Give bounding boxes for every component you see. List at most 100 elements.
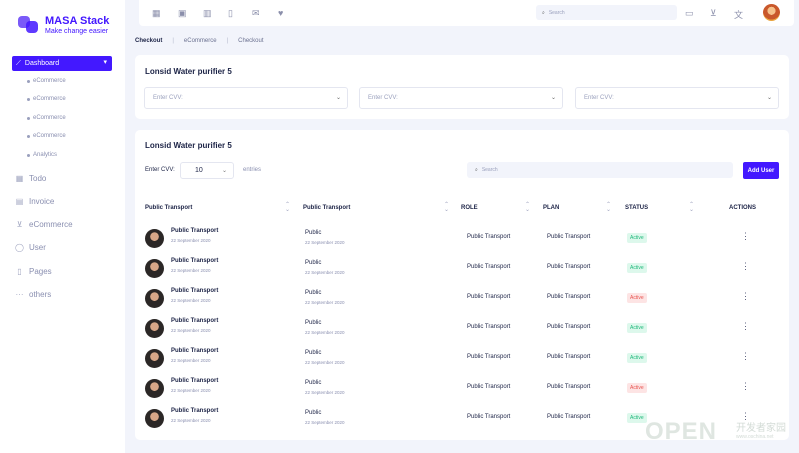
user-name[interactable]: Public Transport xyxy=(171,288,218,294)
brand-logo[interactable]: MASA Stack Make change easier xyxy=(18,16,109,36)
table-row[interactable]: Public Transport 22 September 2020 Public 2… xyxy=(135,318,789,348)
clipboard-icon[interactable]: ▯ xyxy=(228,8,233,19)
user-name[interactable]: Public Transport xyxy=(171,408,218,414)
select-placeholder: Enter CVV: xyxy=(584,95,614,101)
sidebar-subitem-ecommerce[interactable]: eCommerce xyxy=(27,133,66,139)
status-badge: Active xyxy=(627,293,647,303)
watermark-logo: OPEN xyxy=(645,418,718,445)
more-vertical-icon[interactable]: ⋮ xyxy=(741,291,750,302)
table-row[interactable]: Public Transport 22 September 2020 Public 2… xyxy=(135,228,789,258)
column-header-plan[interactable]: PLAN xyxy=(543,205,559,211)
sidebar-item-label: Dashboard xyxy=(24,60,60,67)
user-name[interactable]: Public Transport xyxy=(171,348,218,354)
cell-plan: Public Transport xyxy=(547,324,591,330)
table-card-title: Lonsid Water purifier 5 xyxy=(145,141,232,150)
sidebar-subitem-ecommerce[interactable]: eCommerce xyxy=(27,115,66,121)
dot-icon xyxy=(27,116,30,120)
cvv-select[interactable]: Enter CVV: ⌄ xyxy=(359,87,563,109)
table-row[interactable]: Public Transport 22 September 2020 Public 2… xyxy=(135,348,789,378)
column-header-role[interactable]: ROLE xyxy=(461,205,478,211)
cell-role: Public Transport xyxy=(467,414,511,420)
sidebar-item-invoice[interactable]: ▤ Invoice xyxy=(15,197,55,206)
entries-label: entries xyxy=(243,167,262,173)
breadcrumb: Checkout | eCommerce | Checkout xyxy=(135,38,264,44)
translate-icon[interactable]: 文 xyxy=(734,8,743,21)
cart-icon[interactable]: ⊻ xyxy=(710,8,717,19)
user-name[interactable]: Public Transport xyxy=(171,228,218,234)
sidebar-item-ecommerce[interactable]: ⊻ eCommerce xyxy=(15,220,73,229)
cell-text: Public xyxy=(305,350,322,356)
chat-icon[interactable]: ▭ xyxy=(685,8,694,19)
sidebar-item-others[interactable]: ··· others xyxy=(15,290,52,299)
breadcrumb-item[interactable]: eCommerce xyxy=(184,38,217,44)
cell-date: 22 September 2020 xyxy=(305,240,345,245)
sidebar-item-label: others xyxy=(29,290,52,299)
user-name[interactable]: Public Transport xyxy=(171,318,218,324)
select-placeholder: Enter CVV: xyxy=(368,95,398,101)
user-icon: ◯ xyxy=(15,243,24,252)
page-icon: ▯ xyxy=(17,267,22,276)
user-avatar[interactable] xyxy=(763,4,780,21)
sidebar-item-pages[interactable]: ▯ Pages xyxy=(15,267,51,276)
more-vertical-icon[interactable]: ⋮ xyxy=(741,231,750,242)
cell-plan: Public Transport xyxy=(547,264,591,270)
cell-role: Public Transport xyxy=(467,234,511,240)
cell-date: 22 September 2020 xyxy=(305,360,345,365)
sidebar-subitem-ecommerce[interactable]: eCommerce xyxy=(27,78,66,84)
column-header[interactable]: Public Transport xyxy=(303,205,350,211)
browser-icon[interactable]: ▣ xyxy=(178,8,187,19)
user-name[interactable]: Public Transport xyxy=(171,258,218,264)
breadcrumb-item[interactable]: Checkout xyxy=(238,38,263,44)
sort-icon[interactable]: ⌃ ⌄ xyxy=(689,202,694,213)
user-date: 22 September 2020 xyxy=(171,358,211,363)
table-icon[interactable]: ▦ xyxy=(152,8,161,19)
sidebar-item-dashboard[interactable]: ⟋ Dashboard ▾ xyxy=(12,56,112,71)
sort-icon[interactable]: ⌃ ⌄ xyxy=(285,202,290,213)
chevron-down-icon: ⌄ xyxy=(550,95,556,101)
more-vertical-icon[interactable]: ⋮ xyxy=(741,261,750,272)
cell-date: 22 September 2020 xyxy=(305,390,345,395)
dot-icon xyxy=(27,79,30,83)
select-placeholder: Enter CVV: xyxy=(153,95,183,101)
search-placeholder: Search xyxy=(481,167,498,173)
sidebar-item-label: eCommerce xyxy=(29,220,73,229)
table-search-input[interactable]: ⌕ Search xyxy=(467,162,733,178)
entries-select[interactable]: 10 ⌄ xyxy=(180,162,234,179)
table-row[interactable]: Public Transport 22 September 2020 Public 2… xyxy=(135,288,789,318)
sort-icon[interactable]: ⌃ ⌄ xyxy=(606,202,611,213)
table-row[interactable]: Public Transport 22 September 2020 Public 2… xyxy=(135,258,789,288)
cell-date: 22 September 2020 xyxy=(305,420,345,425)
heart-icon[interactable]: ♥ xyxy=(278,8,283,18)
more-vertical-icon[interactable]: ⋮ xyxy=(741,381,750,392)
user-avatar xyxy=(145,229,164,248)
cvv-select[interactable]: Enter CVV: ⌄ xyxy=(144,87,348,109)
add-user-button[interactable]: Add User xyxy=(743,162,779,179)
sidebar-subitem-ecommerce[interactable]: eCommerce xyxy=(27,96,66,102)
column-header-actions: ACTIONS xyxy=(729,205,756,211)
global-search-input[interactable]: ⌕ Search xyxy=(536,5,677,20)
column-header[interactable]: Public Transport xyxy=(145,205,192,211)
cell-date: 22 September 2020 xyxy=(305,330,345,335)
mail-icon[interactable]: ✉ xyxy=(252,8,260,19)
user-name[interactable]: Public Transport xyxy=(171,378,218,384)
length-label: Enter CVV: xyxy=(145,167,175,173)
sort-icon[interactable]: ⌃ ⌄ xyxy=(525,202,530,213)
search-icon: ⌕ xyxy=(542,9,545,16)
sidebar-subitem-analytics[interactable]: Analytics xyxy=(27,152,57,158)
sidebar-subitem-label: eCommerce xyxy=(33,96,66,102)
breadcrumb-separator: | xyxy=(226,38,229,44)
column-header-status[interactable]: STATUS xyxy=(625,205,648,211)
cell-date: 22 September 2020 xyxy=(305,300,345,305)
status-badge: Active xyxy=(627,233,647,243)
more-vertical-icon[interactable]: ⋮ xyxy=(741,321,750,332)
status-badge: Active xyxy=(627,263,647,273)
calendar-icon[interactable]: ▥ xyxy=(203,8,212,19)
brand-tagline: Make change easier xyxy=(45,28,109,35)
cell-text: Public xyxy=(305,410,322,416)
table-row[interactable]: Public Transport 22 September 2020 Public 2… xyxy=(135,378,789,408)
more-vertical-icon[interactable]: ⋮ xyxy=(741,351,750,362)
sort-icon[interactable]: ⌃ ⌄ xyxy=(444,202,449,213)
sidebar-item-user[interactable]: ◯ User xyxy=(15,243,46,252)
sidebar-item-todo[interactable]: ▦ Todo xyxy=(15,174,47,183)
cvv-select[interactable]: Enter CVV: ⌄ xyxy=(575,87,779,109)
